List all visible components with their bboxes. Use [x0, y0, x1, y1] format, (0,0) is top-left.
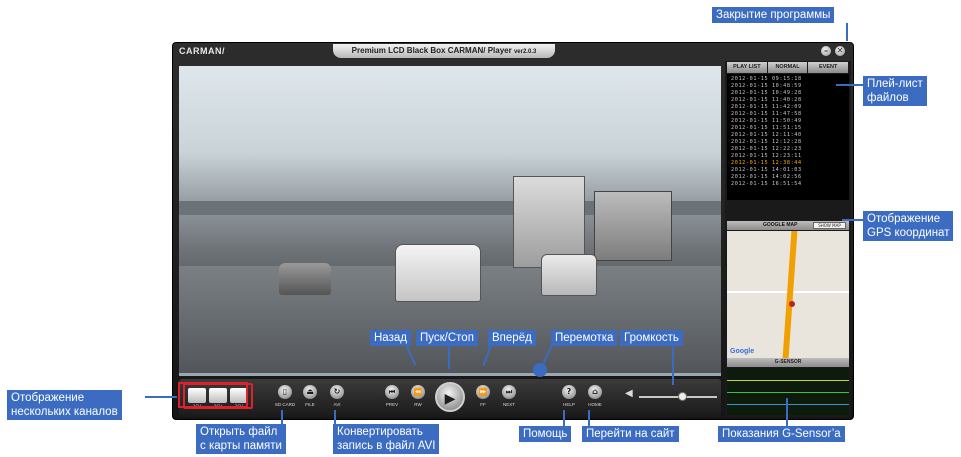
map-header: GOOGLE MAP SHOW MAP — [727, 221, 849, 230]
callout-lead — [842, 219, 863, 221]
callout-website: Перейти на сайт — [582, 426, 679, 442]
callout-volume: Громкость — [620, 330, 683, 346]
avi-label: AVI — [333, 402, 341, 407]
map-road — [782, 231, 798, 358]
callout-lead — [334, 410, 336, 424]
google-logo: Google — [730, 348, 755, 355]
playlist-item[interactable]: 2012-01-15 11:42:09 — [731, 104, 845, 111]
video-frame — [179, 66, 721, 374]
tab-event[interactable]: EVENT — [808, 62, 849, 73]
callout-gps: Отображение GPS координат — [863, 211, 954, 241]
callout-lead — [846, 23, 848, 41]
help-icon[interactable]: ? — [562, 385, 576, 399]
playlist-tabs: PLAY LIST NORMAL EVENT — [727, 62, 849, 73]
callout-channels: Отображение нескольких каналов — [7, 390, 122, 420]
callout-lead — [672, 345, 674, 385]
minimize-icon[interactable]: – — [821, 46, 831, 56]
video-truck-2 — [594, 191, 672, 261]
help-label: HELP — [563, 402, 575, 407]
app-logo: CARMAN/ — [179, 46, 225, 56]
sd-card-label: SD CARD — [274, 402, 296, 407]
tab-playlist[interactable]: PLAY LIST — [727, 62, 767, 73]
playlist-item[interactable]: 2012-01-15 12:23:11 — [731, 153, 845, 160]
home-label: HOME — [588, 402, 602, 407]
side-panel: PLAY LIST NORMAL EVENT 2012-01-15 09:15:… — [725, 61, 851, 417]
close-icon[interactable]: ✕ — [835, 46, 845, 56]
tab-normal[interactable]: NORMAL — [767, 62, 808, 73]
playlist-item[interactable]: 2012-01-15 12:11:40 — [731, 132, 845, 139]
prev-icon[interactable]: ⏮ — [385, 385, 399, 399]
sd-card-button[interactable]: ▯ — [278, 385, 292, 399]
title-text: Premium LCD Black Box CARMAN/ Player — [351, 46, 512, 55]
callout-help: Помощь — [519, 426, 572, 442]
convert-icon[interactable]: ↻ — [330, 385, 344, 399]
playlist-item[interactable]: 2012-01-15 12:38:44 — [731, 160, 845, 167]
control-bar: 1CH 2CH 3CH ▯ SD CARD ⏏ FILE ↻ AVI ⏮ PRE… — [179, 379, 721, 417]
callout-lead — [448, 345, 450, 369]
callout-playlist: Плей-лист файлов — [863, 76, 927, 106]
gsensor-line-z — [727, 404, 849, 405]
fast-forward-icon[interactable]: ⏩ — [476, 385, 490, 399]
gsensor-graph — [727, 368, 849, 415]
volume-knob[interactable] — [677, 392, 687, 401]
callout-seek: Перемотка — [551, 330, 618, 346]
callout-lead — [588, 410, 590, 426]
callout-close-program: Закрытие программы — [712, 7, 835, 23]
seek-marker — [533, 363, 547, 377]
rewind-icon[interactable]: ⏪ — [411, 385, 425, 399]
callout-lead — [836, 84, 863, 86]
callout-gsensor: Показания G-Sensor’a — [718, 426, 845, 442]
show-map-button[interactable]: SHOW MAP — [813, 222, 846, 229]
speaker-icon: ◀ — [625, 388, 633, 399]
map-title: GOOGLE MAP — [763, 222, 798, 228]
callout-lead — [281, 410, 283, 424]
eject-icon[interactable]: ⏏ — [303, 385, 317, 399]
file-label: FILE — [305, 402, 315, 407]
playlist-item[interactable]: 2012-01-15 11:47:58 — [731, 111, 845, 118]
callout-lead — [145, 396, 177, 398]
player-window: CARMAN/ Premium LCD Black Box CARMAN/ Pl… — [172, 42, 854, 420]
playlist-item[interactable]: 2012-01-15 14:01:03 — [731, 167, 845, 174]
gsensor-line-y — [727, 392, 849, 393]
playlist-item[interactable]: 2012-01-15 14:02:56 — [731, 174, 845, 181]
playlist-item[interactable]: 2012-01-15 11:51:15 — [731, 125, 845, 132]
callout-forward: Вперёд — [488, 330, 536, 346]
video-car-2 — [541, 254, 597, 296]
callout-open-sd: Открыть файл с карты памяти — [196, 424, 286, 454]
window-title: Premium LCD Black Box CARMAN/ Player ver… — [333, 44, 555, 58]
callout-back: Назад — [370, 330, 411, 346]
map-pin-icon — [789, 301, 795, 307]
playlist-item[interactable]: 2012-01-15 12:22:23 — [731, 146, 845, 153]
gsensor-title: G-SENSOR — [727, 358, 849, 367]
prev-label: PREV — [385, 402, 399, 407]
home-icon[interactable]: ⌂ — [588, 385, 602, 399]
gps-map[interactable]: Google — [727, 231, 849, 358]
playlist-item[interactable]: 2012-01-15 16:51:54 — [731, 181, 845, 188]
callout-convert-avi: Конвертировать запись в файл AVI — [333, 424, 440, 454]
playlist-item[interactable]: 2012-01-15 11:50:49 — [731, 118, 845, 125]
rewind-label: RW — [414, 402, 422, 407]
playlist-item[interactable]: 2012-01-15 10:48:59 — [731, 83, 845, 90]
video-car — [395, 244, 481, 302]
seek-bar[interactable] — [179, 373, 721, 376]
playlist: 2012-01-15 09:15:18 2012-01-15 10:48:59 20… — [727, 74, 849, 200]
ff-label: FF — [480, 402, 486, 407]
playlist-item[interactable]: 2012-01-15 11:40:28 — [731, 97, 845, 104]
playlist-item[interactable]: 2012-01-15 12:12:28 — [731, 139, 845, 146]
version-text: ver2.0.3 — [513, 49, 537, 55]
gsensor-line-x — [727, 380, 849, 381]
next-label: NEXT — [502, 402, 515, 407]
next-icon[interactable]: ⏭ — [502, 385, 516, 399]
callout-lead — [786, 398, 788, 426]
callout-lead — [563, 410, 565, 426]
playlist-item[interactable]: 2012-01-15 09:15:18 — [731, 76, 845, 83]
video-car-3 — [279, 263, 331, 295]
play-button[interactable]: ▶ — [435, 382, 465, 412]
callout-play-stop: Пуск/Стоп — [416, 330, 478, 346]
channel-highlight-frame — [178, 382, 248, 408]
playlist-item[interactable]: 2012-01-15 10:49:28 — [731, 90, 845, 97]
